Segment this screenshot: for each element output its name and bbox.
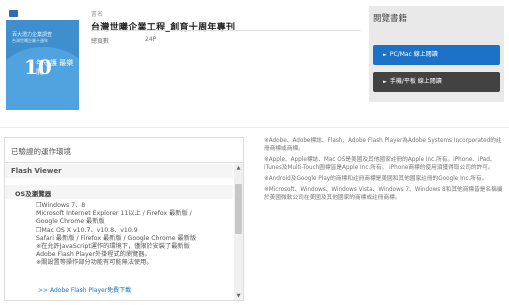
name-label: 書名 — [91, 11, 104, 18]
arrow-right-icon: ► — [383, 52, 387, 58]
note-google: ※Android及Google Play的商標和註冊商標是美國和其他國家註冊的G… — [264, 176, 488, 182]
trademark-notes: ※Adobe、Adobe標誌、Flash、Adobe Flash Player為… — [264, 137, 506, 205]
pages-value: 24P — [145, 36, 157, 43]
cover-big-text: 年守護 最樂開 — [36, 59, 74, 76]
flash-viewer-section: Flash Viewer — [5, 164, 233, 178]
note-apple: ※Apple、Apple標誌、Mac OS是美國及其他國家註冊的Apple In… — [264, 157, 496, 171]
note-adobe: ※Adobe、Adobe標誌、Flash、Adobe Flash Player為… — [264, 138, 502, 152]
reader-panel: 閱覽書籍 ► PC/Mac 線上閱讀 ► 手機/平板 線上閱讀 — [369, 6, 504, 102]
mobile-read-button[interactable]: ► 手機/平板 線上閱讀 — [373, 72, 500, 92]
env-line: ※在允許JavaScript運作的環境下，僅限於安裝了最新版 — [36, 243, 190, 251]
environment-lines: ❒Windows 7、8 Microsoft Internet Explorer… — [36, 202, 230, 268]
cover-logo-icon — [9, 10, 18, 17]
book-cover: 百大潛力企業調查 台灣世曦企業十週年 10 年守護 最樂開 — [6, 7, 79, 110]
scroll-thumb[interactable] — [235, 184, 242, 234]
environment-scrollbar[interactable]: ▲ ▼ — [234, 164, 243, 300]
note-microsoft: ※Microsoft、Windows、Windows Vista、Windows… — [264, 187, 503, 201]
pc-read-button[interactable]: ► PC/Mac 線上閱讀 — [373, 45, 500, 65]
cover-small-text: 台灣世曦企業十週年 — [12, 38, 48, 43]
environment-box: 已驗證的運作環境 Flash Viewer OS及瀏覽器 ❒Windows 7、… — [4, 137, 244, 301]
section-separator — [0, 127, 509, 128]
env-line: ❒Windows 7、8 — [36, 202, 86, 209]
reader-panel-title: 閱覽書籍 — [373, 14, 408, 24]
pages-row: 總頁數 24P — [91, 36, 156, 45]
pc-read-label: PC/Mac 線上閱讀 — [389, 51, 438, 58]
book-title: 台灣世曦企業工程_創育十周年專刊 — [91, 23, 236, 33]
cover-top-text: 百大潛力企業調查 — [12, 32, 53, 38]
scroll-up-icon[interactable]: ▲ — [234, 164, 243, 173]
environment-header: 已驗證的運作環境 — [5, 138, 243, 163]
env-line: Safari 最新版 / Firefox 最新版 / Google Chrome… — [36, 234, 197, 242]
cover-header-band — [6, 7, 79, 20]
mobile-read-label: 手機/平板 線上閱讀 — [389, 78, 442, 85]
info-divider — [91, 30, 361, 31]
os-browser-subsection: OS及瀏覽器 — [5, 185, 233, 199]
env-line: ❒Mac OS X v10.7、v10.8、v10.9 — [36, 226, 138, 234]
env-line: ※關設置等操作部分功能有可能無法使用。 — [36, 259, 153, 267]
arrow-right-icon: ► — [383, 79, 387, 85]
scroll-down-icon[interactable]: ▼ — [234, 292, 243, 300]
flash-download-link[interactable]: >> Adobe Flash Player免費下載 — [38, 285, 131, 294]
env-line: Google Chrome 最新版 — [36, 218, 105, 226]
pages-label: 總頁數 — [91, 38, 110, 45]
